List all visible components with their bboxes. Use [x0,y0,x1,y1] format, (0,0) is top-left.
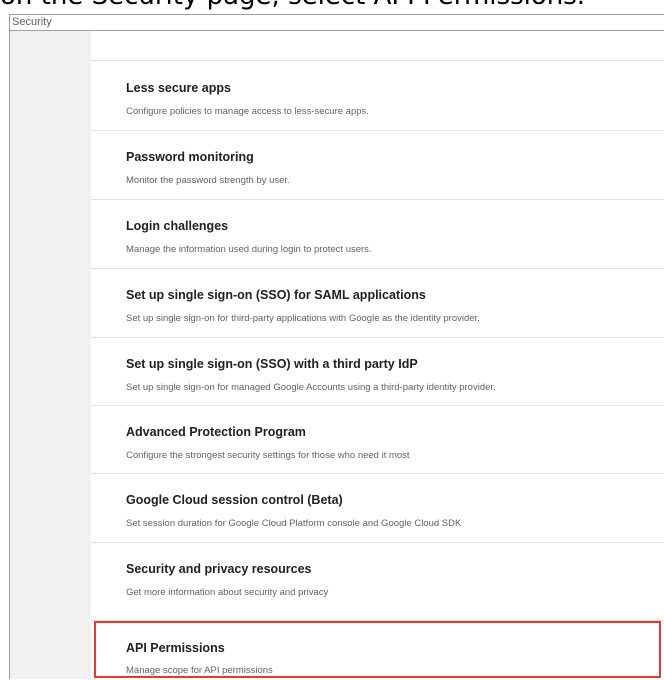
settings-row-advanced-protection[interactable]: Advanced Protection Program Configure th… [91,406,664,474]
settings-row-login-challenges[interactable]: Login challenges Manage the information … [91,200,664,269]
settings-row-description: Manage the information used during login… [126,244,372,255]
settings-row-description: Configure policies to manage access to l… [126,106,369,117]
settings-row-description: Set up single sign-on for managed Google… [126,382,496,393]
settings-row-title: Set up single sign-on (SSO) with a third… [126,357,418,371]
settings-row-title: Advanced Protection Program [126,425,306,439]
settings-row-title: Google Cloud session control (Beta) [126,493,343,507]
settings-row-description: Set up single sign-on for third-party ap… [126,313,480,324]
settings-row-password-monitoring[interactable]: Password monitoring Monitor the password… [91,131,664,200]
admin-window: Security Less secure apps Configure poli… [9,14,664,680]
settings-row-title: Less secure apps [126,81,231,95]
settings-row-title: Security and privacy resources [126,562,312,576]
settings-row-title: Set up single sign-on (SSO) for SAML app… [126,288,426,302]
window-title: Security [10,15,664,31]
instruction-caption-text: on the Security page, select API Permiss… [0,0,585,14]
settings-row-description: Get more information about security and … [126,587,329,598]
settings-row-less-secure-apps[interactable]: Less secure apps Configure policies to m… [91,61,664,131]
settings-row-title: Password monitoring [126,150,254,164]
settings-row-description: Manage scope for API permissions [126,665,273,676]
settings-row-api-permissions[interactable]: API Permissions Manage scope for API per… [91,621,664,680]
settings-row-sso-third-party[interactable]: Set up single sign-on (SSO) with a third… [91,338,664,406]
settings-row-description: Set session duration for Google Cloud Pl… [126,518,462,529]
settings-row-description: Configure the strongest security setting… [126,450,410,461]
settings-row-description: Monitor the password strength by user. [126,175,290,186]
security-settings-panel: Less secure apps Configure policies to m… [91,31,664,680]
settings-row-previous [91,31,664,61]
settings-row-title: Login challenges [126,219,229,233]
settings-row-sso-saml[interactable]: Set up single sign-on (SSO) for SAML app… [91,269,664,338]
settings-row-cloud-session-control[interactable]: Google Cloud session control (Beta) Set … [91,474,664,543]
settings-row-security-privacy-resources[interactable]: Security and privacy resources Get more … [91,543,664,621]
instruction-caption: on the Security page, select API Permiss… [0,0,664,14]
settings-row-title: API Permissions [126,641,225,655]
